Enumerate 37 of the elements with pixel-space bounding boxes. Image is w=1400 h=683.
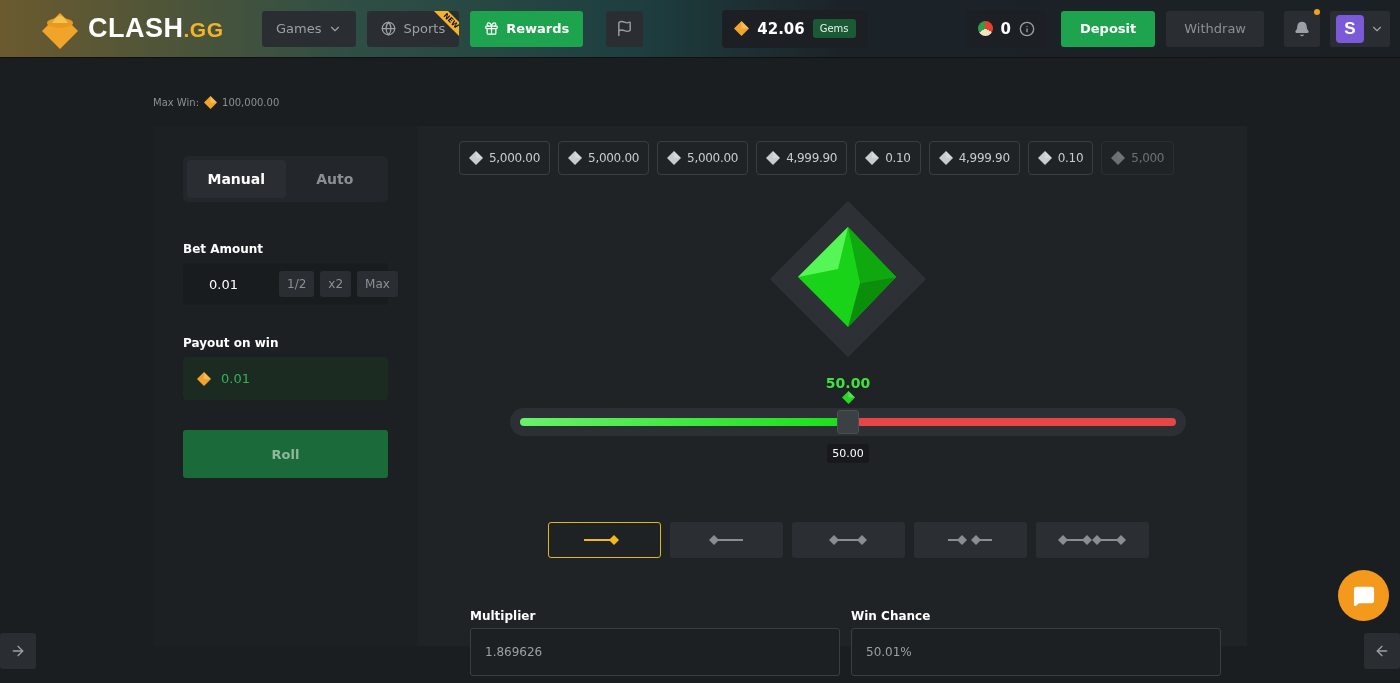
logo-wordmark[interactable]: CLASH.GG <box>88 13 224 44</box>
payout-field[interactable]: 0.01 <box>183 357 388 400</box>
history-amount: 5,000.00 <box>588 151 640 165</box>
bet-adjust-button[interactable]: x2 <box>320 271 352 297</box>
history-amount: 0.10 <box>885 151 911 165</box>
balance-amount: 42.06 <box>757 19 805 38</box>
payout-label: Payout on win <box>183 336 280 350</box>
roll-result: 50.00 <box>825 375 871 391</box>
bet-adjust-button[interactable]: 1/2 <box>279 271 315 297</box>
max-win-amount: 100,000.00 <box>222 96 280 108</box>
win-chance-input[interactable]: 50.01% <box>851 628 1221 676</box>
bet-adjust-button[interactable]: Max <box>357 271 398 297</box>
bet-amount-input[interactable]: 0.01 <box>203 276 273 292</box>
history-amount: 4,999.90 <box>958 151 1010 165</box>
max-win-label: Max Win: <box>153 96 199 108</box>
coins-amount: 0 <box>1000 19 1011 38</box>
games-menu-button[interactable]: Games <box>262 10 357 47</box>
user-avatar: S <box>1336 14 1364 43</box>
history-amount: 5,000.00 <box>687 151 739 165</box>
mode-tab[interactable]: Auto <box>285 160 384 198</box>
payout-input[interactable]: 0.01 <box>215 371 374 386</box>
win-chance-label: Win Chance <box>851 609 932 623</box>
multiplier-input[interactable]: 1.869626 <box>470 628 840 676</box>
rewards-button[interactable]: Rewards <box>470 10 584 47</box>
mode-tab[interactable]: Manual <box>187 160 286 198</box>
deposit-button[interactable]: Deposit <box>1061 10 1156 47</box>
multiplier-label: Multiplier <box>470 609 537 623</box>
roll-button[interactable]: Roll <box>183 430 388 478</box>
gems-badge[interactable]: Gems <box>812 19 856 38</box>
withdraw-button[interactable]: Withdraw <box>1166 10 1264 47</box>
history-amount: 0.10 <box>1057 151 1084 165</box>
slider-value-tooltip: 50.00 <box>827 444 869 463</box>
history-amount: 4,999.90 <box>786 151 838 165</box>
bet-amount-label: Bet Amount <box>183 242 265 256</box>
history-amount: 5,000 <box>1131 151 1165 165</box>
account-menu-button[interactable]: S <box>1330 10 1390 47</box>
history-amount: 5,000.00 <box>489 151 541 165</box>
